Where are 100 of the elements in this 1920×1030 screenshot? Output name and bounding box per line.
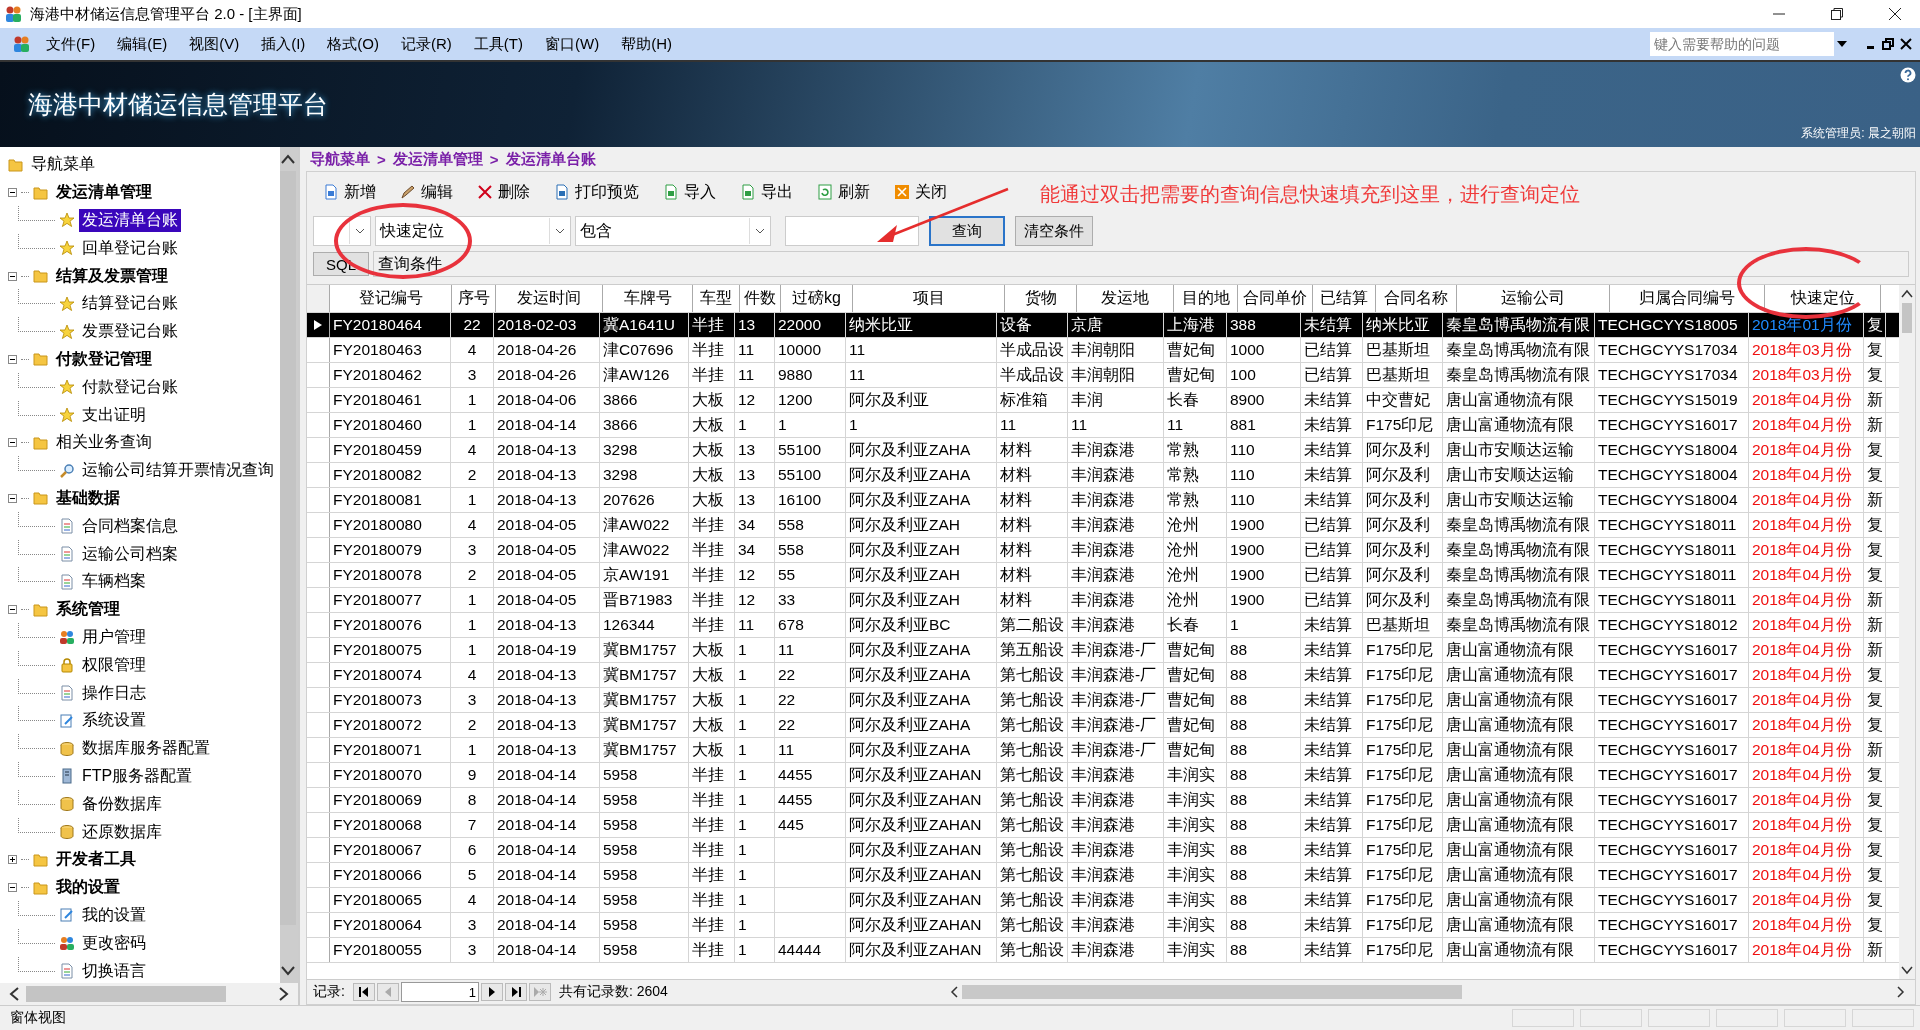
tree-root[interactable]: 导航菜单 xyxy=(28,153,98,177)
tree-item[interactable]: 回单登记台账 xyxy=(79,236,181,260)
tree-group[interactable]: 系统管理 xyxy=(53,598,123,622)
column-header[interactable]: 发运时间 xyxy=(496,285,603,312)
table-row[interactable]: FY20180464 22 2018-02-03 冀A1641U 半挂 13 22000 纳米比亚 设备 京唐 上海港 388 未结算 纳米比亚 秦皇岛博禹物流有限 TECHGCYYS18005 2018年01月份 复 xyxy=(307,313,1899,338)
expander-icon[interactable] xyxy=(8,354,17,364)
tree-group[interactable]: 相关业务查询 xyxy=(53,431,155,455)
tree-item[interactable]: 还原数据库 xyxy=(79,820,165,844)
toolbar-button[interactable]: 删除 xyxy=(467,179,540,205)
column-header[interactable]: 合同单价 xyxy=(1238,285,1313,312)
table-row[interactable]: FY20180072 2 2018-04-13 冀BM1757 大板 1 22 阿尔及利亚ZAHA 第七船设 丰润森港-厂 曹妃甸 88 未结算 F175印尼 唐山富通物流有限 TECHGCYYS16017 2018年04月份 复 xyxy=(307,713,1899,738)
breadcrumb-item[interactable]: 导航菜单 xyxy=(310,149,370,169)
toolbar-button[interactable]: 刷新 xyxy=(807,179,880,205)
scroll-up-icon[interactable] xyxy=(1901,289,1913,299)
tree-item[interactable]: 合同档案信息 xyxy=(79,514,181,538)
tree-group[interactable]: 我的设置 xyxy=(53,876,123,900)
menu-item[interactable]: 工具(T) xyxy=(465,34,531,54)
column-header[interactable]: 过磅kg xyxy=(781,285,853,312)
column-header[interactable]: 车型 xyxy=(693,285,740,312)
table-row[interactable]: FY20180082 2 2018-04-13 3298 大板 13 55100 阿尔及利亚ZAHA 材料 丰润森港 常熟 110 未结算 阿尔及利 唐山市安顺达运输 TECHGCYYS18004 2018年04月份 复 xyxy=(307,463,1899,488)
table-row[interactable]: FY20180081 1 2018-04-13 207626 大板 13 16100 阿尔及利亚ZAHA 材料 丰润森港 常熟 110 未结算 阿尔及利 唐山市安顺达运输 TECHGCYYS18004 2018年04月份 新 xyxy=(307,488,1899,513)
tree-item[interactable]: 发票登记台账 xyxy=(79,320,181,344)
close-icon[interactable] xyxy=(1900,38,1912,50)
scroll-down-icon[interactable] xyxy=(280,965,296,977)
table-row[interactable]: FY20180461 1 2018-04-06 3866 大板 12 1200 阿尔及利亚 标准箱 丰润 长春 8900 未结算 中交曹妃 唐山富通物流有限 TECHGCYYS15019 2018年04月份 新 xyxy=(307,388,1899,413)
tree-item[interactable]: 权限管理 xyxy=(79,653,149,677)
tree-item[interactable]: 我的设置 xyxy=(79,903,149,927)
toolbar-button[interactable]: 新增 xyxy=(313,179,386,205)
scroll-right-icon[interactable] xyxy=(1897,986,1905,998)
toolbar-button[interactable]: 打印预览 xyxy=(544,179,649,205)
help-icon[interactable] xyxy=(1900,67,1916,83)
record-number-field[interactable]: 1 xyxy=(400,982,479,1002)
table-row[interactable]: FY20180065 4 2018-04-14 5958 半挂 1 阿尔及利亚ZAHAN 第七船设 丰润森港 丰润实 88 未结算 F175印尼 唐山富通物流有限 TECHGCYYS16017 2018年04月份 复 xyxy=(307,888,1899,913)
clear-button[interactable]: 清空条件 xyxy=(1015,216,1093,246)
column-header[interactable]: 货物 xyxy=(1005,285,1077,312)
breadcrumb-item[interactable]: > xyxy=(489,150,499,168)
scrollbar-thumb[interactable] xyxy=(26,986,226,1002)
tree-item[interactable]: 付款登记台账 xyxy=(79,375,181,399)
tree-item[interactable]: 系统设置 xyxy=(79,709,149,733)
scrollbar-thumb[interactable] xyxy=(280,171,296,925)
help-search-field[interactable]: 键入需要帮助的问题 xyxy=(1650,32,1850,56)
column-header[interactable]: 运输公司 xyxy=(1457,285,1610,312)
tree-item[interactable]: 支出证明 xyxy=(79,403,149,427)
toolbar-button[interactable]: 关闭 xyxy=(884,179,957,205)
expander-icon[interactable] xyxy=(8,855,17,865)
tree-item[interactable]: 结算登记台账 xyxy=(79,292,181,316)
tree-item[interactable]: 发运清单台账 xyxy=(79,209,181,232)
tree-item[interactable]: 车辆档案 xyxy=(79,570,149,594)
menu-item[interactable]: 插入(I) xyxy=(253,34,314,54)
scroll-left-icon[interactable] xyxy=(8,986,20,1002)
table-row[interactable]: FY20180067 6 2018-04-14 5958 半挂 1 阿尔及利亚ZAHAN 第七船设 丰润森港 丰润实 88 未结算 F175印尼 唐山富通物流有限 TECHGCYYS16017 2018年04月份 复 xyxy=(307,838,1899,863)
condition-field[interactable]: 查询条件 xyxy=(373,251,1909,277)
scroll-left-icon[interactable] xyxy=(949,986,958,998)
tree-item[interactable]: 备份数据库 xyxy=(79,792,165,816)
scroll-up-icon[interactable] xyxy=(280,153,296,165)
table-row[interactable]: FY20180462 3 2018-04-26 津AW126 半挂 11 9880 11 半成品设 丰润朝阳 曹妃甸 100 已结算 巴基斯坦 秦皇岛博禹物流有限 TECHGCYYS17034 2018年03月份 复 xyxy=(307,363,1899,388)
first-record-button[interactable] xyxy=(352,983,375,1001)
table-row[interactable]: FY20180077 1 2018-04-05 晋B71983 半挂 12 33 阿尔及利亚ZAH 材料 丰润森港 沧州 1900 已结算 阿尔及利 秦皇岛博禹物流有限 TECHGCYYS18011 2018年04月份 新 xyxy=(307,588,1899,613)
tree-group[interactable]: 结算及发票管理 xyxy=(53,264,171,288)
breadcrumb-item[interactable]: 发运清单台账 xyxy=(505,149,596,169)
tree-item[interactable]: 切换语言 xyxy=(79,959,149,983)
tree-item[interactable]: 更改密码 xyxy=(79,931,149,955)
scrollbar-thumb[interactable] xyxy=(1902,303,1912,333)
column-header[interactable]: 归属合同编号 xyxy=(1610,285,1765,312)
table-row[interactable]: FY20180460 1 2018-04-14 3866 大板 1 1 1 11 11 11 881 未结算 F175印尼 唐山富通物流有限 TECHGCYYS16017 2018年04月份 新 xyxy=(307,413,1899,438)
menu-item[interactable]: 帮助(H) xyxy=(613,34,680,54)
close-icon[interactable] xyxy=(1888,7,1902,21)
table-row[interactable]: FY20180463 4 2018-04-26 津C07696 半挂 11 10000 11 半成品设 丰润朝阳 曹妃甸 1000 已结算 巴基斯坦 秦皇岛博禹物流有限 TECHGCYYS17034 2018年03月份 复 xyxy=(307,338,1899,363)
dropdown-field[interactable]: 包含 xyxy=(575,216,771,246)
expander-icon[interactable] xyxy=(8,883,17,893)
table-row[interactable]: FY20180070 9 2018-04-14 5958 半挂 1 4455 阿尔及利亚ZAHAN 第七船设 丰润森港 丰润实 88 未结算 F175印尼 唐山富通物流有限 TECHGCYYS16017 2018年04月份 复 xyxy=(307,763,1899,788)
tree-group[interactable]: 发运清单管理 xyxy=(53,181,155,205)
menu-item[interactable]: 格式(O) xyxy=(319,34,387,54)
column-header[interactable]: 已结算 xyxy=(1313,285,1376,312)
tree-item[interactable]: 运输公司结算开票情况查询 xyxy=(79,459,277,483)
tree-item[interactable]: 操作日志 xyxy=(79,681,149,705)
next-record-button[interactable] xyxy=(480,983,503,1001)
scroll-down-icon[interactable] xyxy=(1901,965,1913,975)
column-header[interactable]: 发运地 xyxy=(1077,285,1174,312)
scrollbar-thumb[interactable] xyxy=(961,985,1462,999)
table-row[interactable]: FY20180068 7 2018-04-14 5958 半挂 1 445 阿尔及利亚ZAHAN 第七船设 丰润森港 丰润实 88 未结算 F175印尼 唐山富通物流有限 TECHGCYYS16017 2018年04月份 复 xyxy=(307,813,1899,838)
last-record-button[interactable] xyxy=(504,983,527,1001)
dropdown-icon[interactable] xyxy=(755,228,765,234)
breadcrumb-item[interactable]: 发运清单管理 xyxy=(392,149,483,169)
table-row[interactable]: FY20180073 3 2018-04-13 冀BM1757 大板 1 22 阿尔及利亚ZAHA 第七船设 丰润森港-厂 曹妃甸 88 未结算 F175印尼 唐山富通物流有限 TECHGCYYS16017 2018年04月份 复 xyxy=(307,688,1899,713)
dropdown-icon[interactable] xyxy=(355,228,365,234)
restore-icon[interactable] xyxy=(1882,38,1894,50)
table-row[interactable]: FY20180066 5 2018-04-14 5958 半挂 1 阿尔及利亚ZAHAN 第七船设 丰润森港 丰润实 88 未结算 F175印尼 唐山富通物流有限 TECHGCYYS16017 2018年04月份 复 xyxy=(307,863,1899,888)
tree-group[interactable]: 开发者工具 xyxy=(53,848,139,872)
table-row[interactable]: FY20180064 3 2018-04-14 5958 半挂 1 阿尔及利亚ZAHAN 第七船设 丰润森港 丰润实 88 未结算 F175印尼 唐山富通物流有限 TECHGCYYS16017 2018年04月份 复 xyxy=(307,913,1899,938)
menu-item[interactable]: 文件(F) xyxy=(38,34,104,54)
sql-button[interactable]: SQL xyxy=(313,252,369,276)
menu-item[interactable]: 窗口(W) xyxy=(537,34,608,54)
table-row[interactable]: FY20180071 1 2018-04-13 冀BM1757 大板 1 11 阿尔及利亚ZAHA 第七船设 丰润森港-厂 曹妃甸 88 未结算 F175印尼 唐山富通物流有限 TECHGCYYS16017 2018年04月份 新 xyxy=(307,738,1899,763)
column-header[interactable]: 登记编号 xyxy=(330,285,452,312)
table-row[interactable]: FY20180069 8 2018-04-14 5958 半挂 1 4455 阿尔及利亚ZAHAN 第七船设 丰润森港 丰润实 88 未结算 F175印尼 唐山富通物流有限 TECHGCYYS16017 2018年04月份 复 xyxy=(307,788,1899,813)
column-header[interactable]: 项目 xyxy=(853,285,1005,312)
tree-item[interactable]: FTP服务器配置 xyxy=(79,764,196,788)
column-header[interactable]: 快速定位 xyxy=(1765,285,1881,312)
expander-icon[interactable] xyxy=(8,605,17,615)
